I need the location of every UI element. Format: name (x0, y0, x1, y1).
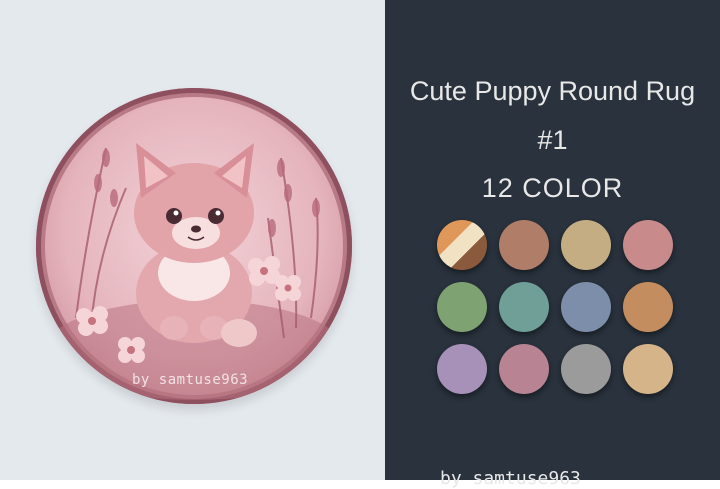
swatch-mauve (499, 344, 549, 394)
puppy-illustration (44, 143, 344, 400)
color-swatch-grid (437, 220, 673, 394)
swatch-sand (561, 220, 611, 270)
rug-image (36, 88, 352, 404)
swatch-clay (499, 220, 549, 270)
product-title: Cute Puppy Round Rug (409, 76, 696, 106)
swatch-teal (499, 282, 549, 332)
swatch-rose (623, 220, 673, 270)
split-swatch-icon (437, 220, 487, 270)
watermark-text: by samtuse963 (132, 372, 249, 388)
swatch-sage (437, 282, 487, 332)
product-number: #1 (537, 125, 568, 155)
swatch-grey (561, 344, 611, 394)
swatch-caramel (623, 282, 673, 332)
color-count: 12 COLOR (481, 173, 624, 203)
swatch-lavender (437, 344, 487, 394)
swatch-slate-blue (561, 282, 611, 332)
credit-text: by samtuse963 (440, 468, 581, 489)
swatch-peach (623, 344, 673, 394)
